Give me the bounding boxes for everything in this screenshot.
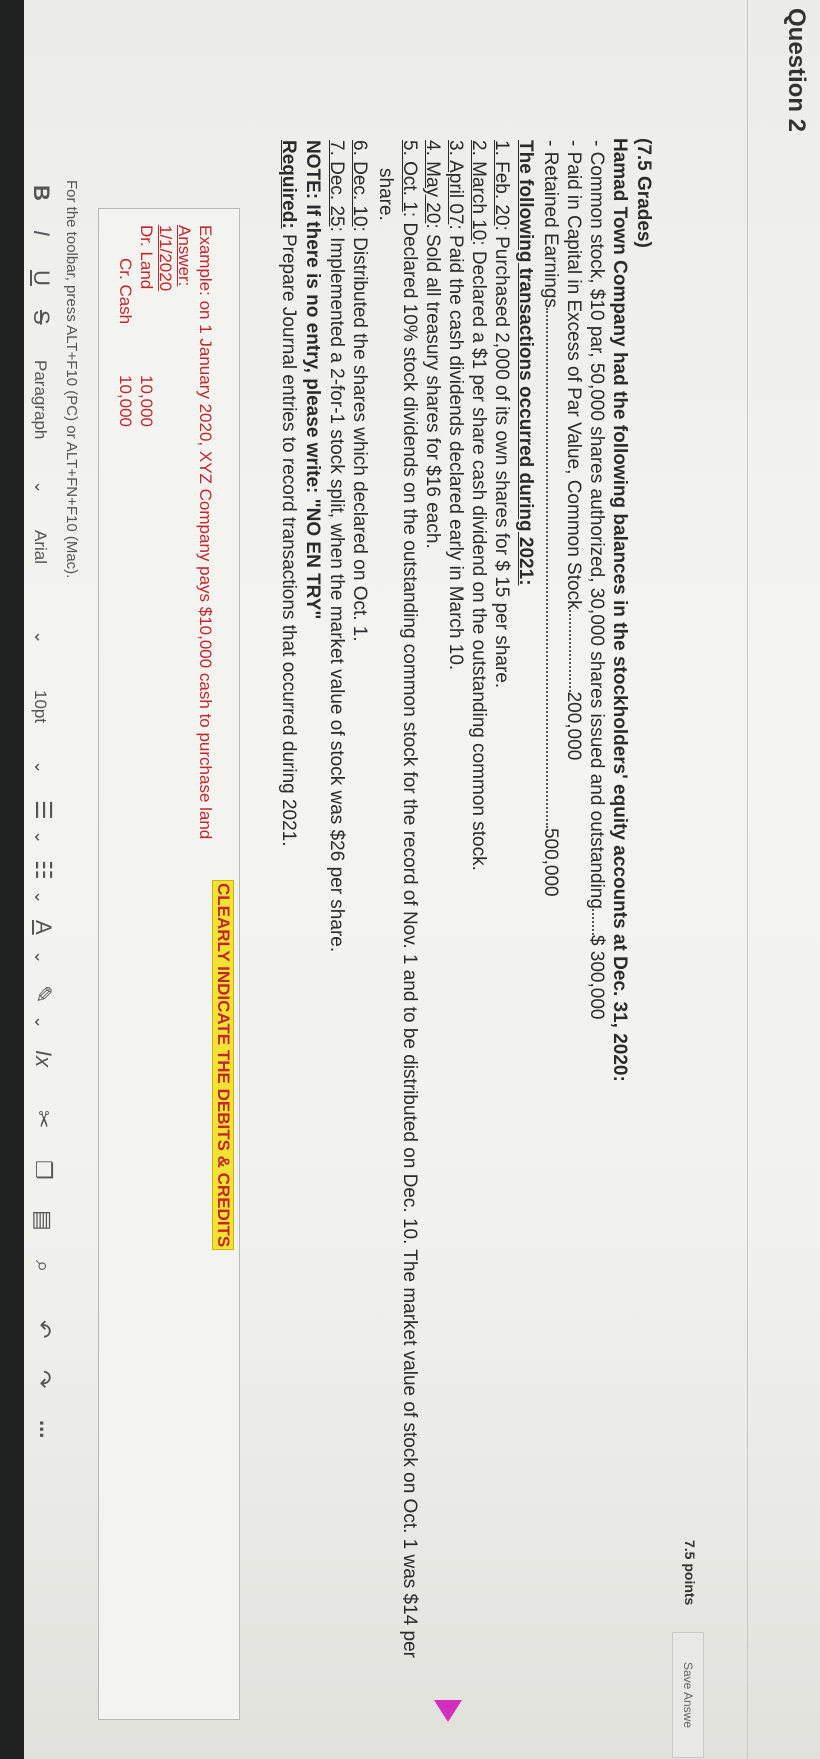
question-title: Question 2 bbox=[783, 8, 810, 133]
debit-amount: 10,000 bbox=[137, 375, 156, 427]
save-answer-button[interactable]: Save Answe bbox=[672, 1632, 704, 1758]
transaction-item: 2. March 10: Declared a $1 per share cas… bbox=[468, 140, 489, 871]
note-text: NOTE: If there is no entry, please write… bbox=[302, 140, 323, 620]
example-text: Example: on 1 January 2020, XYZ Company … bbox=[196, 225, 215, 840]
font-dropdown[interactable]: Arial bbox=[30, 530, 50, 564]
clearly-indicate-banner: CLEARLY INDICATE THE DEBITS & CREDITS bbox=[212, 880, 234, 1251]
balance-label: - Retained Earnings bbox=[540, 140, 561, 308]
grades-label: (7.5 Grades) bbox=[633, 138, 654, 248]
chevron-down-icon: ⌄ bbox=[31, 1015, 50, 1030]
question-intro: Hamad Town Company had the following bal… bbox=[609, 138, 630, 1082]
points-label: 7.5 points bbox=[682, 1540, 698, 1606]
numbered-list-icon[interactable]: ☷ bbox=[30, 860, 56, 880]
paragraph-dropdown[interactable]: Paragraph bbox=[30, 360, 50, 439]
search-icon[interactable]: ⌕ bbox=[30, 1260, 56, 1272]
italic-button[interactable]: I bbox=[28, 230, 54, 236]
required-text: Required: Prepare Journal entries to rec… bbox=[278, 140, 299, 847]
chevron-down-icon: ⌄ bbox=[31, 630, 50, 645]
balance-row: - Retained Earnings 500,000 bbox=[539, 140, 561, 897]
paste-icon[interactable]: ▤ bbox=[30, 1210, 56, 1231]
transaction-item: 6. Dec. 10: Distributed the shares which… bbox=[349, 140, 370, 642]
scroll-marker-icon bbox=[434, 1700, 462, 1722]
balance-label: - Paid in Capital in Excess of Par Value… bbox=[563, 140, 584, 610]
answer-label: Answer: bbox=[175, 225, 194, 287]
balance-label: - Common stock, $10 par, 50,000 shares a… bbox=[586, 140, 607, 909]
clear-format-icon[interactable]: Ix bbox=[30, 1050, 56, 1067]
balance-row: - Paid in Capital in Excess of Par Value… bbox=[562, 140, 584, 760]
balance-value: 500,000 bbox=[540, 827, 561, 897]
transaction-item: 1. Feb. 20: Purchased 2,000 of its own s… bbox=[491, 140, 512, 689]
copy-icon[interactable]: ❐ bbox=[30, 1160, 56, 1180]
credit-amount: 10,000 bbox=[116, 375, 135, 427]
toolbar-hint: For the toolbar, press ALT+F10 (PC) or A… bbox=[63, 180, 80, 579]
chevron-down-icon: ⌄ bbox=[31, 760, 50, 775]
transactions-heading: The following transactions occurred duri… bbox=[515, 140, 536, 586]
chevron-down-icon: ⌄ bbox=[31, 830, 50, 845]
strikethrough-button[interactable]: S bbox=[28, 310, 54, 325]
highlight-icon[interactable]: ✎ bbox=[30, 985, 56, 1003]
debit-account: Dr. Land bbox=[137, 225, 156, 290]
desk-edge bbox=[0, 0, 24, 1759]
font-size-dropdown[interactable]: 10pt bbox=[30, 690, 50, 723]
cut-icon[interactable]: ✂ bbox=[30, 1110, 56, 1128]
chevron-down-icon: ⌄ bbox=[31, 480, 50, 495]
balance-value: $ 300,000 bbox=[586, 934, 607, 1020]
font-color-icon[interactable]: A bbox=[30, 920, 56, 935]
header-divider bbox=[747, 0, 748, 1759]
more-button[interactable]: ... bbox=[34, 1420, 60, 1438]
transaction-item: 5. Oct. 1: Declared 10% stock dividends … bbox=[399, 140, 420, 1659]
chevron-down-icon: ⌄ bbox=[31, 890, 50, 905]
bullet-list-icon[interactable]: ☰ bbox=[30, 800, 56, 820]
page: Question 2 7.5 points Save Answe (7.5 Gr… bbox=[0, 0, 820, 1759]
bold-button[interactable]: B bbox=[28, 185, 54, 201]
transaction-item: 7. Dec. 25: Implemented a 2-for-1 stock … bbox=[326, 140, 347, 953]
transaction-item: 3. April 07: Paid the cash dividends dec… bbox=[445, 140, 466, 671]
transaction-item: 4. May 20: Sold all treasury shares for … bbox=[422, 140, 443, 549]
balance-value: 200,000 bbox=[563, 691, 584, 761]
transaction-item: share. bbox=[375, 168, 396, 221]
chevron-down-icon: ⌄ bbox=[31, 950, 50, 965]
credit-account: Cr. Cash bbox=[116, 258, 135, 325]
redo-icon[interactable]: ↷ bbox=[30, 1370, 56, 1388]
undo-icon[interactable]: ↶ bbox=[30, 1320, 56, 1338]
balance-row: - Common stock, $10 par, 50,000 shares a… bbox=[585, 140, 607, 1019]
entry-date: 1/1/2020 bbox=[156, 225, 175, 292]
underline-button[interactable]: U bbox=[28, 270, 54, 286]
